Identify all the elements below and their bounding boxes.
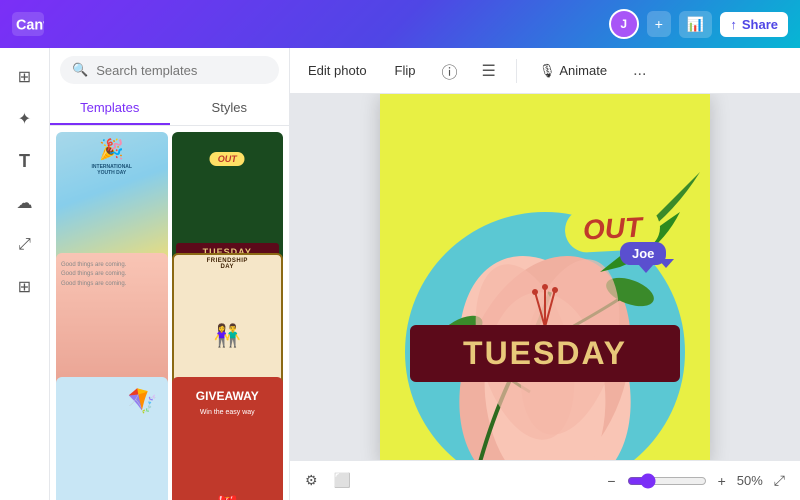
templates-grid: 🎉 InternationalYouth Day INTERNATIONALYO…: [50, 126, 289, 500]
bottom-bar-right: − + 50% ⤢: [604, 469, 788, 492]
upload-button[interactable]: ☁: [6, 184, 44, 222]
fit-screen-button[interactable]: ⤢: [771, 469, 788, 492]
logo: Canva: [12, 12, 44, 36]
joe-bubble-arrow: [658, 259, 674, 268]
text-button[interactable]: T: [6, 142, 44, 180]
flip-button[interactable]: Flip: [389, 59, 422, 82]
edit-photo-button[interactable]: Edit photo: [302, 59, 373, 82]
info-button[interactable]: ⓘ: [438, 55, 462, 87]
list-item[interactable]: GIVEAWAY Win the easy way 🎁: [172, 377, 284, 500]
search-icon: 🔍: [72, 62, 88, 78]
canvas-flower-svg: [380, 94, 710, 460]
animate-button[interactable]: 🎙 Animate: [533, 59, 613, 83]
share-icon: ↑: [730, 17, 737, 32]
search-box: 🔍: [60, 56, 279, 84]
toolbar: Edit photo Flip ⓘ ☰ 🎙 Animate ...: [290, 48, 800, 94]
zoom-slider[interactable]: [627, 473, 707, 489]
search-input[interactable]: [96, 63, 267, 78]
mic-icon: 🎙: [539, 63, 556, 79]
icon-bar: ⊞ ✦ T ☁ ⤢ ⊞: [0, 48, 50, 500]
elements-button[interactable]: ✦: [6, 100, 44, 138]
zoom-in-button[interactable]: +: [715, 470, 729, 492]
lines-button[interactable]: ☰: [478, 57, 500, 85]
canvas-wrapper: Joe: [290, 94, 800, 460]
apps-button[interactable]: ⊞: [6, 268, 44, 306]
list-item[interactable]: HAPPY WORLDOCEAN DAY 🪁: [56, 377, 168, 500]
body: ⊞ ✦ T ☁ ⤢ ⊞ 🔍 Templates Styles 🎉 Interna…: [0, 48, 800, 500]
history-button[interactable]: ⚙: [302, 469, 321, 492]
more-button[interactable]: ...: [629, 58, 650, 84]
header-right: J + 📊 ↑ Share: [609, 9, 788, 39]
header: Canva J + 📊 ↑ Share: [0, 0, 800, 48]
sidebar-toggle-button[interactable]: ⊞: [6, 58, 44, 96]
sidebar-tabs: Templates Styles: [50, 92, 289, 126]
canvas[interactable]: OUT TUESDAY: [380, 94, 710, 460]
tab-templates[interactable]: Templates: [50, 92, 170, 125]
analytics-button[interactable]: 📊: [679, 11, 712, 38]
add-people-button[interactable]: +: [647, 11, 671, 37]
toolbar-divider: [516, 59, 517, 83]
share-icon-button[interactable]: ⤢: [6, 226, 44, 264]
share-button[interactable]: ↑ Share: [720, 12, 788, 37]
tab-styles[interactable]: Styles: [170, 92, 290, 125]
fullscreen-button[interactable]: ⬜: [331, 469, 354, 492]
canvas-bottom-bar: ⚙ ⬜ − + 50% ⤢: [290, 460, 800, 500]
zoom-level: 50%: [737, 473, 763, 488]
svg-text:Canva: Canva: [16, 18, 44, 34]
canva-logo-icon: Canva: [12, 12, 44, 36]
search-area: 🔍: [50, 48, 289, 92]
user-avatar[interactable]: J: [609, 9, 639, 39]
canvas-area: Edit photo Flip ⓘ ☰ 🎙 Animate ... Joe: [290, 48, 800, 500]
sidebar: 🔍 Templates Styles 🎉 InternationalYouth …: [50, 48, 290, 500]
bottom-bar-left: ⚙ ⬜: [302, 469, 354, 492]
zoom-out-button[interactable]: −: [604, 470, 618, 492]
canvas-tuesday-text: TUESDAY: [410, 325, 680, 382]
